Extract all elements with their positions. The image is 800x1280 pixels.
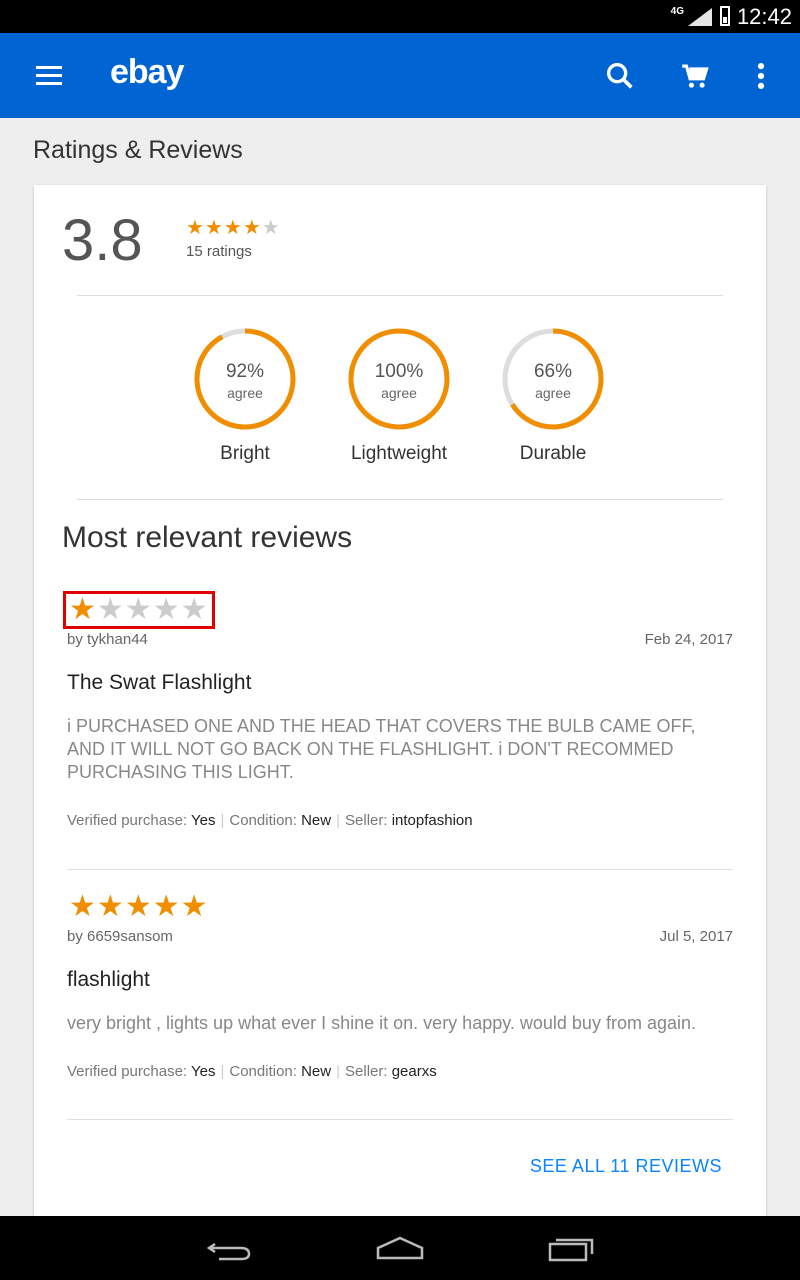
divider (77, 499, 723, 500)
star-filled-icon: ★ (69, 890, 97, 923)
navigation-bar (0, 1216, 800, 1280)
ebay-logo[interactable]: ebay (110, 53, 184, 92)
page-title: Ratings & Reviews (33, 136, 243, 164)
battery-icon (720, 6, 730, 26)
metric-bright: 92% agree Bright (185, 325, 305, 465)
ratings-count: 15 ratings (186, 243, 252, 260)
star-empty-icon: ★ (124, 593, 153, 626)
star-filled-icon: ★ (180, 890, 209, 923)
average-stars: ★★★★★ (186, 215, 281, 240)
review-stars[interactable]: ★★★★★ (63, 591, 215, 629)
network-type: 4G (670, 6, 684, 17)
verified-value: Yes (190, 1063, 216, 1080)
menu-icon[interactable] (36, 66, 62, 86)
divider (67, 1119, 733, 1120)
review-author[interactable]: by tykhan44 (67, 631, 148, 648)
star-filled-icon: ★ (124, 890, 153, 923)
metric-percent: 92% (225, 361, 265, 382)
verified-value: Yes (190, 812, 216, 829)
star-filled-icon: ★ (69, 593, 97, 626)
review-item[interactable]: ★★★★★ by 6659sansom Jul 5, 2017 flashlig… (67, 892, 733, 1081)
signal-icon (688, 8, 712, 26)
star-filled-icon: ★ (152, 890, 181, 923)
metric-agree-label: agree (381, 385, 417, 401)
metric-agree-label: agree (535, 385, 571, 401)
metric-lightweight: 100% agree Lightweight (339, 325, 459, 465)
verified-label: Verified purchase: (67, 1063, 188, 1080)
status-bar: 4G 12:42 (0, 0, 800, 33)
metric-agree-label: agree (227, 385, 263, 401)
recent-apps-icon[interactable] (546, 1234, 596, 1262)
back-icon[interactable] (205, 1234, 255, 1262)
seller-value[interactable]: intopfashion (392, 812, 473, 829)
review-title: The Swat Flashlight (67, 671, 252, 694)
app-bar: ebay (0, 33, 800, 118)
review-date: Jul 5, 2017 (659, 928, 733, 945)
metric-name: Durable (519, 443, 587, 464)
seller-value[interactable]: gearxs (392, 1063, 437, 1080)
review-body: very bright , lights up what ever I shin… (67, 1013, 696, 1033)
review-info: Verified purchase: Yes | Condition: New | Se… (67, 812, 473, 829)
search-icon[interactable] (603, 59, 637, 93)
section-title: Most relevant reviews (62, 521, 353, 554)
see-all-reviews-button[interactable]: SEE ALL 11 REVIEWS (530, 1156, 722, 1177)
condition-value: New (301, 812, 332, 829)
metric-durable: 66% agree Durable (493, 325, 613, 465)
star-filled-icon: ★ (223, 217, 243, 239)
metric-name: Lightweight (350, 443, 448, 464)
divider (77, 295, 723, 296)
more-vert-icon[interactable] (744, 59, 778, 93)
review-item[interactable]: ★★★★★ by tykhan44 Feb 24, 2017 The Swat … (63, 591, 733, 829)
star-filled-icon: ★ (242, 217, 262, 239)
metric-percent: 100% (374, 361, 424, 382)
review-date: Feb 24, 2017 (644, 631, 733, 648)
condition-label: Condition: (229, 1063, 297, 1080)
star-empty-icon: ★ (152, 593, 181, 626)
divider (67, 869, 733, 870)
review-author[interactable]: by 6659sansom (67, 928, 173, 945)
average-rating: 3.8 (62, 208, 143, 273)
metric-name: Bright (220, 443, 270, 464)
seller-label: Seller: (345, 1063, 388, 1080)
seller-label: Seller: (345, 812, 388, 829)
metric-percent: 66% (533, 361, 573, 382)
star-empty-icon: ★ (96, 593, 125, 626)
review-info: Verified purchase: Yes | Condition: New | Se… (67, 1063, 437, 1080)
star-empty-icon: ★ (261, 217, 281, 239)
condition-label: Condition: (229, 812, 297, 829)
review-title: flashlight (67, 968, 150, 991)
star-empty-icon: ★ (180, 593, 209, 626)
condition-value: New (301, 1063, 332, 1080)
reviews-card: 3.8 ★★★★★ 15 ratings 92% agree Bright 100% a… (34, 185, 766, 1225)
verified-label: Verified purchase: (67, 812, 188, 829)
review-body: i PURCHASED ONE AND THE HEAD THAT COVERS… (67, 716, 696, 782)
review-stars[interactable]: ★★★★★ (67, 892, 211, 922)
star-filled-icon: ★ (96, 890, 125, 923)
cart-icon[interactable] (678, 59, 712, 93)
star-filled-icon: ★ (186, 217, 205, 239)
clock: 12:42 (736, 4, 792, 29)
star-filled-icon: ★ (204, 217, 224, 239)
home-icon[interactable] (375, 1234, 425, 1262)
